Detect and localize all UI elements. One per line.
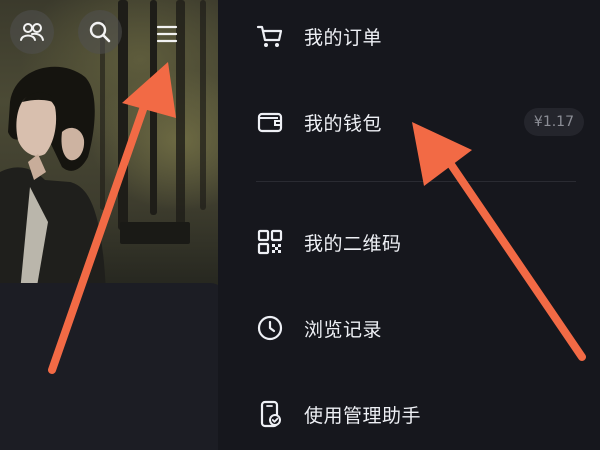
side-drawer: 我的订单 我的钱包 ¥1.17 我的二维码 浏览记录 使用管理助手	[218, 0, 600, 450]
hamburger-menu-icon	[156, 25, 178, 43]
menu-item-label: 浏览记录	[304, 318, 383, 341]
phone-check-icon	[256, 400, 284, 428]
menu-item-label: 我的二维码	[304, 232, 402, 255]
content-card	[0, 283, 218, 450]
menu-button[interactable]	[147, 14, 187, 54]
search-button[interactable]	[78, 10, 122, 54]
cart-icon	[256, 22, 284, 50]
background-page	[0, 0, 218, 450]
menu-item-label: 我的钱包	[304, 112, 383, 135]
menu-item-assistant[interactable]: 使用管理助手	[218, 384, 600, 444]
menu-item-label: 使用管理助手	[304, 404, 422, 427]
menu-item-orders[interactable]: 我的订单	[218, 6, 600, 66]
person-figure	[0, 66, 106, 290]
section-divider	[256, 181, 576, 182]
menu-item-wallet[interactable]: 我的钱包 ¥1.17	[218, 92, 600, 152]
menu-item-history[interactable]: 浏览记录	[218, 298, 600, 358]
wallet-balance-badge: ¥1.17	[523, 108, 584, 136]
friends-icon	[20, 23, 44, 41]
menu-item-label: 我的订单	[304, 26, 383, 49]
menu-item-qrcode[interactable]: 我的二维码	[218, 212, 600, 272]
search-icon	[89, 21, 111, 43]
wallet-icon	[256, 108, 284, 136]
bench	[120, 222, 190, 244]
clock-icon	[256, 314, 284, 342]
friends-button[interactable]	[10, 10, 54, 54]
qrcode-icon	[256, 228, 284, 256]
